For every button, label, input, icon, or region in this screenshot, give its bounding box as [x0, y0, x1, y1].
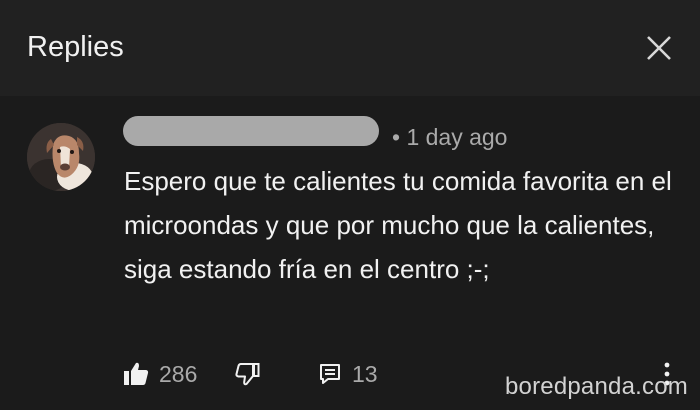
thumbs-down-icon — [234, 361, 260, 387]
comment-icon — [318, 362, 342, 386]
comment-timestamp: • 1 day ago — [392, 124, 508, 150]
reply-button[interactable]: 13 — [318, 354, 378, 394]
dog-avatar-icon[interactable] — [27, 123, 95, 191]
like-count: 286 — [159, 361, 198, 387]
replies-title: Replies — [27, 31, 124, 63]
reply-comment: • 1 day ago Espero que te calientes tu c… — [0, 96, 700, 410]
replies-header: Replies — [0, 0, 700, 96]
dislike-button[interactable] — [234, 354, 260, 394]
reply-count: 13 — [352, 361, 378, 387]
comment-text: Espero que te calientes tu comida favori… — [124, 166, 672, 284]
thumbs-up-icon — [123, 361, 149, 387]
watermark: boredpanda.com — [505, 373, 688, 400]
redacted-author-name — [123, 116, 379, 146]
close-icon[interactable] — [644, 33, 674, 63]
like-button[interactable]: 286 — [123, 354, 197, 394]
